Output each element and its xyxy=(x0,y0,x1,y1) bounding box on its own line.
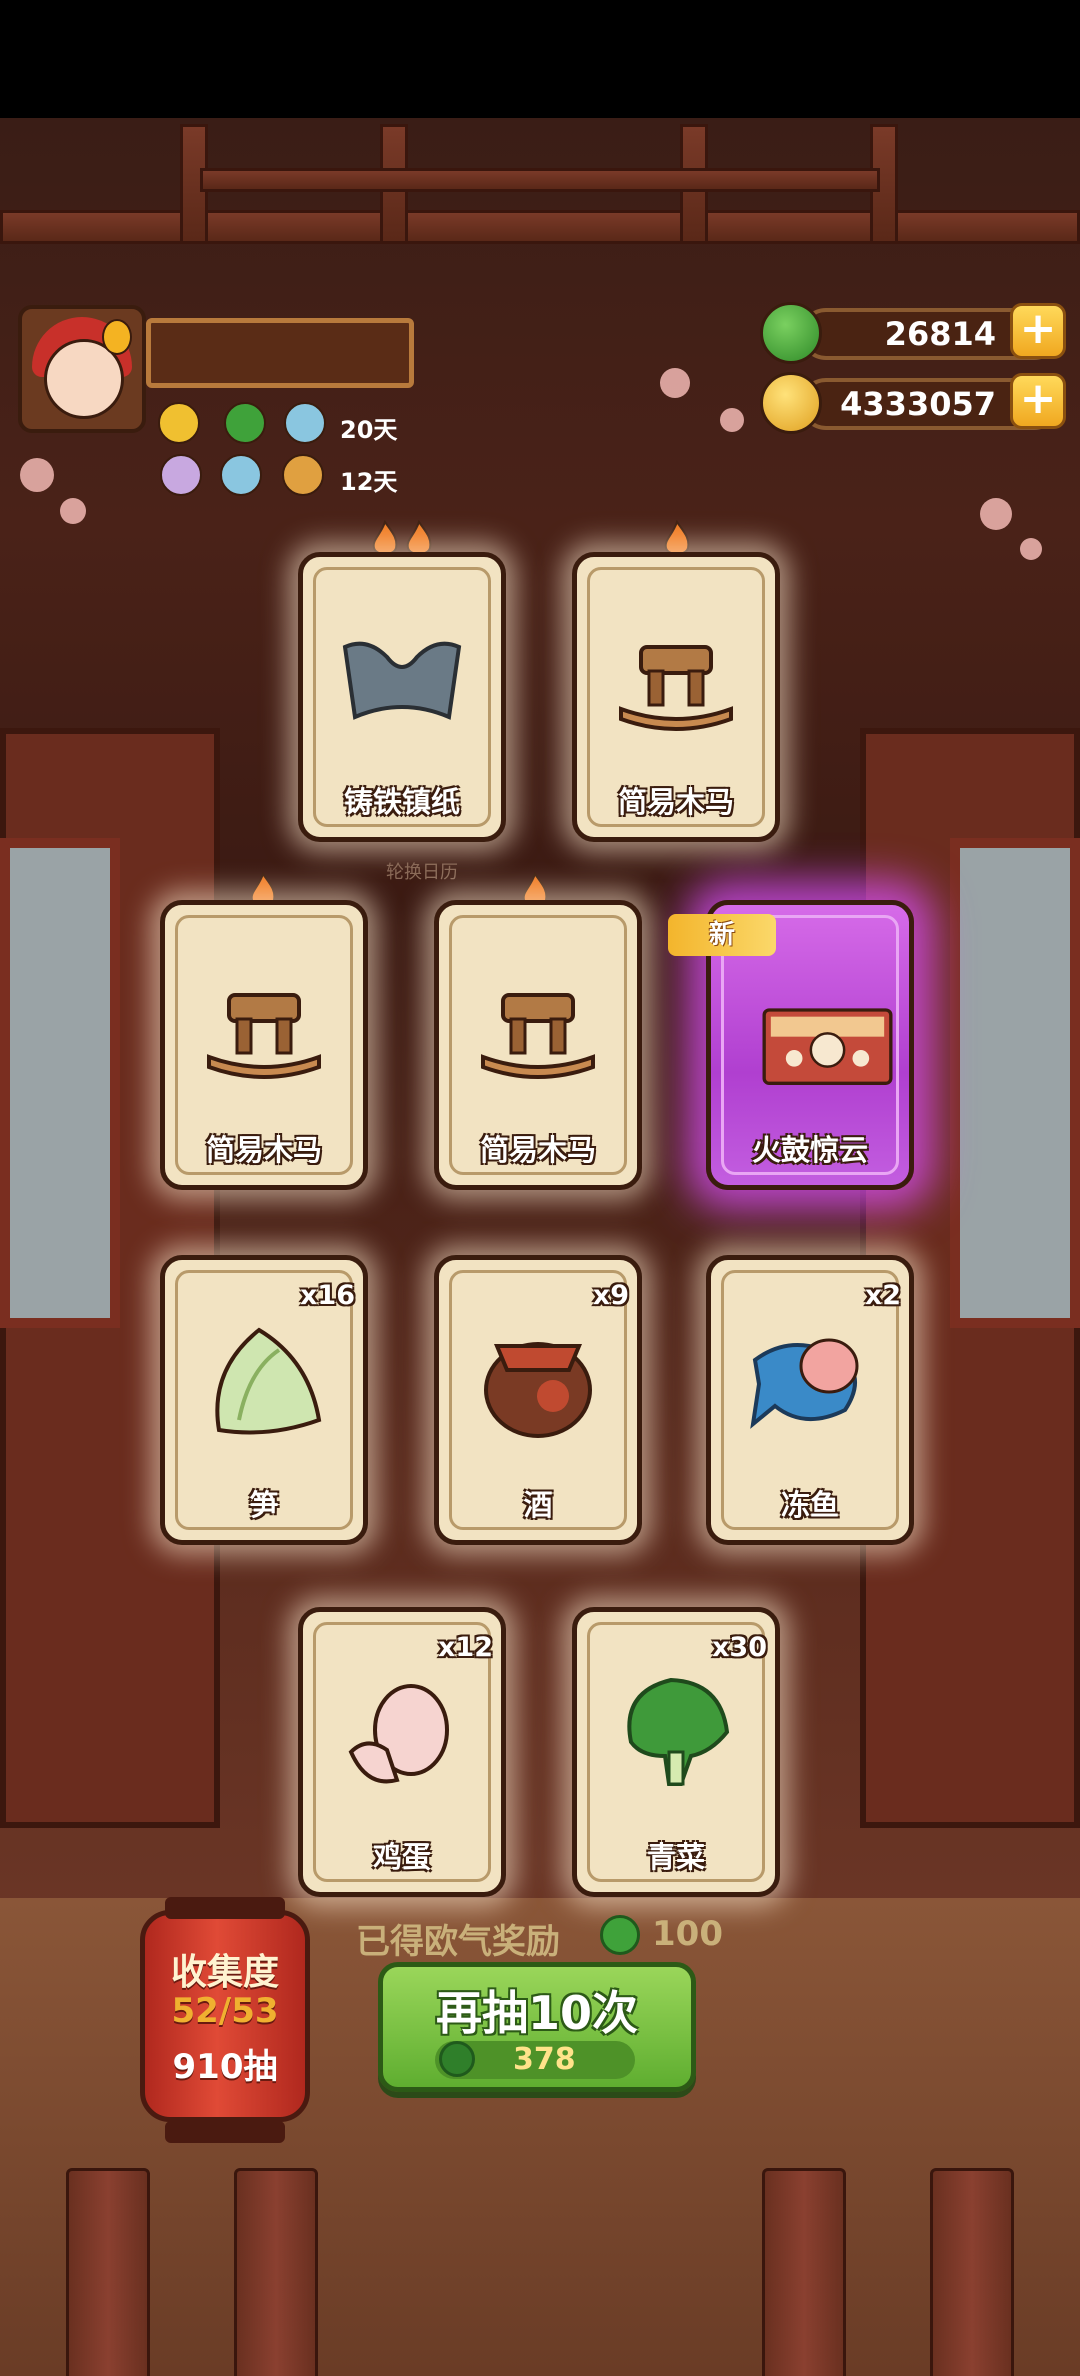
card-name: 简易木马 xyxy=(205,1133,322,1167)
card-quantity: x2 xyxy=(864,1280,901,1311)
railing-post xyxy=(66,2168,150,2376)
card-name: 鸡蛋 xyxy=(372,1840,431,1874)
coin-amount: 4333057 xyxy=(840,385,996,423)
card-name: 冻鱼 xyxy=(780,1488,839,1522)
coin-buff-icon[interactable] xyxy=(158,402,200,444)
blossom-decoration xyxy=(660,368,690,398)
card-quantity: x12 xyxy=(438,1632,493,1663)
jade-buff-icon[interactable] xyxy=(224,402,266,444)
jade-icon xyxy=(760,302,822,364)
reward-card[interactable]: 铸铁镇纸 xyxy=(298,552,506,842)
bamboo-shoot-icon xyxy=(215,1327,322,1435)
reward-card[interactable]: x9 酒 xyxy=(434,1255,642,1545)
collection-draws: 910抽 xyxy=(172,2047,278,2087)
fire-drum-stage-icon xyxy=(762,1008,893,1085)
reward-value: 100 xyxy=(652,1914,723,1954)
frozen-fish-icon xyxy=(750,1338,859,1429)
add-jade-button[interactable]: + xyxy=(1010,303,1066,359)
player-name-box xyxy=(146,318,414,388)
iron-paperweight-icon xyxy=(342,641,462,720)
card-name: 简易木马 xyxy=(479,1133,596,1167)
reward-card[interactable]: 简易木马 xyxy=(160,900,368,1190)
egg-icon xyxy=(348,1684,449,1784)
right-window-lattice xyxy=(950,838,1080,1328)
jade-icon xyxy=(600,1915,640,1955)
card-quantity: x30 xyxy=(712,1632,767,1663)
new-badge: 新 xyxy=(668,914,776,956)
blossom-decoration xyxy=(1020,538,1042,560)
collection-lantern[interactable]: 收集度 52/53 910抽 xyxy=(140,1897,310,2143)
jade-icon xyxy=(439,2041,475,2077)
buff-row2-duration: 12天 xyxy=(340,468,398,496)
avatar-crown-icon xyxy=(102,319,132,355)
tool-buff-icon[interactable] xyxy=(282,454,324,496)
blossom-decoration xyxy=(980,498,1012,530)
player-avatar[interactable] xyxy=(18,305,146,433)
card-name: 笋 xyxy=(249,1488,279,1522)
add-coin-button[interactable]: + xyxy=(1010,373,1066,429)
draw-10-button[interactable]: 再抽10次 378 xyxy=(378,1962,696,2092)
calendar-caption: 轮换日历 xyxy=(386,862,458,883)
roof-beam xyxy=(200,168,880,192)
railing-post xyxy=(930,2168,1014,2376)
card-quantity: x16 xyxy=(300,1280,355,1311)
coin-icon xyxy=(760,372,822,434)
wooden-horse-icon xyxy=(481,993,595,1079)
railing-post xyxy=(234,2168,318,2376)
reward-card[interactable]: x2 冻鱼 xyxy=(706,1255,914,1545)
card-name: 青菜 xyxy=(646,1840,705,1874)
collection-progress: 52/53 xyxy=(171,1991,279,2031)
buff-row1-duration: 20天 xyxy=(340,416,398,444)
reward-card[interactable]: x30 青菜 xyxy=(572,1607,780,1897)
blossom-decoration xyxy=(60,498,86,524)
wooden-horse-icon xyxy=(619,645,733,731)
draw-cost: 378 xyxy=(513,2042,576,2077)
card-name: 火鼓惊云 xyxy=(751,1133,868,1167)
collection-title: 收集度 xyxy=(170,1952,279,1993)
draw-button-label: 再抽10次 xyxy=(435,1986,638,2040)
railing-post xyxy=(762,2168,846,2376)
potion-buff-icon[interactable] xyxy=(220,454,262,496)
potion-buff-icon[interactable] xyxy=(284,402,326,444)
character-buff-icon[interactable] xyxy=(160,454,202,496)
reward-card[interactable]: 简易木马 xyxy=(434,900,642,1190)
reward-label: 已得欧气奖励 xyxy=(356,1922,560,1962)
card-name: 酒 xyxy=(523,1488,553,1522)
jade-amount: 26814 xyxy=(884,315,996,353)
blossom-decoration xyxy=(20,458,54,492)
reward-card[interactable]: x16 笋 xyxy=(160,1255,368,1545)
left-window-lattice xyxy=(0,838,120,1328)
card-name: 简易木马 xyxy=(617,785,734,819)
roof-beam xyxy=(0,210,1080,244)
card-name: 铸铁镇纸 xyxy=(343,785,460,819)
card-quantity: x9 xyxy=(592,1280,629,1311)
greens-icon xyxy=(627,1677,730,1786)
wooden-horse-icon xyxy=(207,993,321,1079)
wine-jar-icon xyxy=(484,1342,592,1438)
blossom-decoration xyxy=(720,408,744,432)
reward-card[interactable]: x12 鸡蛋 xyxy=(298,1607,506,1897)
reward-card[interactable]: 简易木马 xyxy=(572,552,780,842)
